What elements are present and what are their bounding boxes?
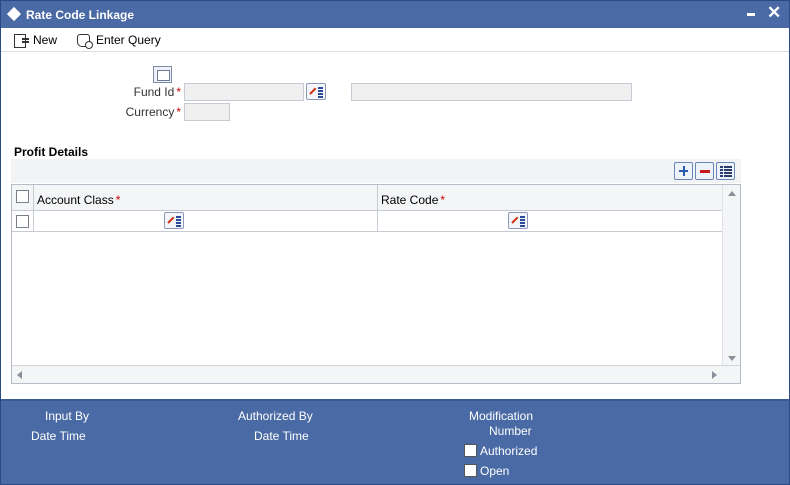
- table-row: [12, 211, 722, 232]
- input-by-label: Input By: [45, 409, 90, 423]
- row-checkbox[interactable]: [16, 215, 29, 228]
- authorized-by-label: Authorized By: [238, 409, 313, 423]
- lov-list-icon: [318, 87, 323, 89]
- lov-arrow-icon: [168, 216, 175, 225]
- vertical-scrollbar[interactable]: [722, 185, 740, 365]
- row-select-cell: [12, 211, 34, 231]
- fund-id-required-mark: *: [176, 85, 181, 99]
- window-title: Rate Code Linkage: [26, 8, 135, 22]
- grid-header: Account Class * Rate Code *: [12, 185, 722, 211]
- new-button-label: New: [33, 33, 58, 47]
- new-button[interactable]: New: [13, 31, 57, 49]
- profit-details-title: Profit Details: [14, 145, 89, 159]
- add-row-button[interactable]: [674, 162, 693, 180]
- rate-code-lov-button[interactable]: [508, 212, 528, 229]
- account-class-header-text: Account Class *: [37, 193, 121, 207]
- enter-query-icon: [76, 33, 93, 49]
- account-class-lov-button[interactable]: [164, 212, 184, 229]
- scroll-down-icon[interactable]: [728, 356, 736, 361]
- single-view-button[interactable]: [716, 162, 735, 180]
- scroll-right-icon[interactable]: [712, 371, 717, 379]
- authorized-checkbox[interactable]: [464, 444, 477, 457]
- account-class-cell[interactable]: [34, 211, 378, 231]
- profit-details-grid: Account Class * Rate Code *: [11, 184, 741, 384]
- rate-code-header-text: Rate Code *: [381, 193, 446, 207]
- currency-label: Currency: [125, 105, 175, 119]
- fund-id-label: Fund Id: [133, 85, 175, 99]
- delete-row-button[interactable]: [695, 162, 714, 180]
- rate-code-linkage-window: Rate Code Linkage ✕ New Enter Query Fund…: [0, 0, 790, 485]
- fund-id-lov-button[interactable]: [306, 83, 326, 100]
- lov-list-icon: [520, 216, 525, 218]
- open-checkbox[interactable]: [464, 464, 477, 477]
- number-label: Number: [489, 424, 532, 438]
- auth-date-time-label: Date Time: [254, 429, 309, 443]
- rate-code-cell[interactable]: [378, 211, 722, 231]
- currency-input[interactable]: [184, 103, 230, 121]
- document-icon[interactable]: [153, 66, 172, 83]
- lov-list-icon: [176, 216, 181, 218]
- select-all-checkbox[interactable]: [16, 190, 29, 203]
- lov-arrow-icon: [512, 216, 519, 225]
- toolbar: New Enter Query: [1, 28, 789, 52]
- fund-id-input[interactable]: [184, 83, 304, 101]
- grid-toolbar: [11, 159, 741, 183]
- open-label: Open: [480, 464, 510, 478]
- select-all-cell: [12, 185, 34, 210]
- audit-footer: Input By Date Time Authorized By Date Ti…: [1, 399, 789, 484]
- window-diamond-icon: [6, 6, 22, 22]
- scroll-left-icon[interactable]: [17, 371, 22, 379]
- column-header-account-class[interactable]: Account Class *: [34, 185, 378, 210]
- enter-query-button[interactable]: Enter Query: [76, 31, 161, 49]
- new-document-icon: [13, 33, 29, 48]
- close-icon[interactable]: ✕: [767, 3, 781, 23]
- lov-arrow-icon: [310, 87, 317, 96]
- authorized-label: Authorized: [480, 444, 538, 458]
- modification-label: Modification: [469, 409, 534, 423]
- fund-id-label-wrap: Fund Id *: [101, 85, 181, 99]
- fund-description-field: [351, 83, 632, 101]
- title-bar: Rate Code Linkage ✕: [1, 1, 789, 28]
- horizontal-scrollbar[interactable]: [12, 365, 740, 383]
- currency-required-mark: *: [176, 105, 181, 119]
- currency-label-wrap: Currency *: [101, 105, 181, 119]
- enter-query-button-label: Enter Query: [96, 33, 161, 47]
- input-date-time-label: Date Time: [31, 429, 86, 443]
- minimize-icon[interactable]: [747, 13, 755, 16]
- column-header-rate-code[interactable]: Rate Code *: [378, 185, 722, 210]
- scroll-up-icon[interactable]: [728, 191, 736, 196]
